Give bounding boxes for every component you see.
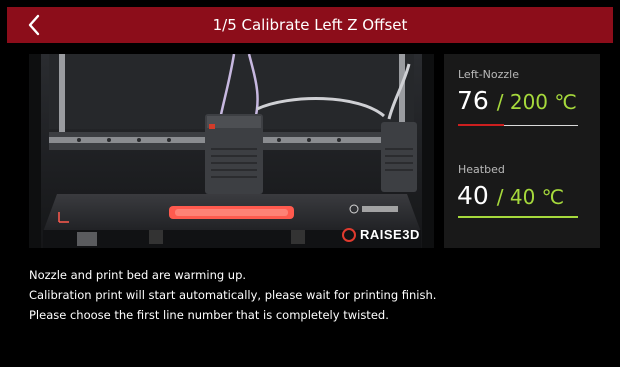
heatbed-temperature: 40 / 40 ℃	[457, 181, 564, 210]
nozzle-current-temp: 76	[457, 86, 489, 115]
heatbed-progress-bar	[458, 216, 578, 218]
chevron-left-icon	[28, 14, 40, 36]
nozzle-progress-fill	[458, 124, 504, 126]
nozzle-label: Left-Nozzle	[458, 68, 519, 81]
message-line: Nozzle and print bed are warming up.	[29, 268, 247, 282]
printer-camera-image: RAISE3D	[29, 54, 434, 248]
raise3d-logo-icon	[342, 228, 356, 242]
page-title: 1/5 Calibrate Left Z Offset	[212, 16, 408, 34]
message-line: Calibration print will start automatical…	[29, 288, 437, 302]
header-bar: 1/5 Calibrate Left Z Offset	[7, 7, 613, 43]
heatbed-current-temp: 40	[457, 181, 489, 210]
brand-label: RAISE3D	[360, 227, 420, 242]
nozzle-temperature: 76 / 200 ℃	[457, 86, 577, 115]
temperature-panel: Left-Nozzle 76 / 200 ℃ Heatbed 40 / 40 ℃	[444, 54, 600, 248]
nozzle-progress-bar	[458, 124, 578, 126]
heatbed-progress-fill	[458, 216, 578, 218]
nozzle-target-temp: / 200 ℃	[496, 90, 577, 114]
status-message: Nozzle and print bed are warming up. Cal…	[29, 265, 609, 325]
heatbed-target-temp: / 40 ℃	[496, 185, 565, 209]
heatbed-label: Heatbed	[458, 163, 505, 176]
back-button[interactable]	[21, 11, 49, 39]
message-line: Please choose the first line number that…	[29, 308, 389, 322]
